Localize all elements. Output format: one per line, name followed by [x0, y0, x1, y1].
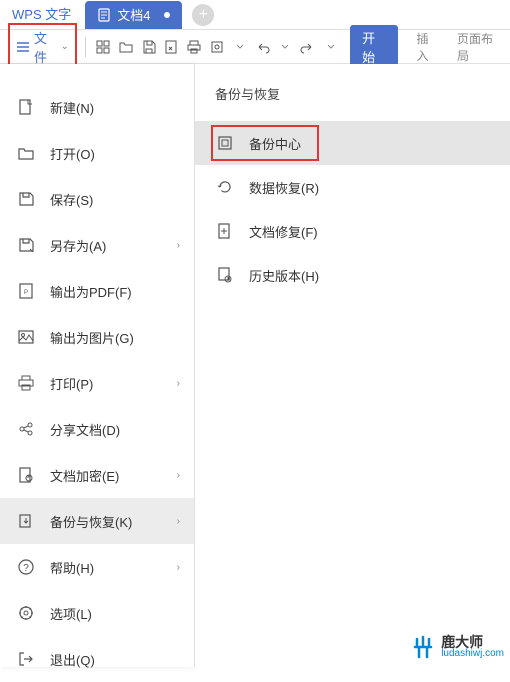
chevron-right-icon: › [177, 470, 180, 481]
chevron-down-icon[interactable] [230, 37, 249, 57]
menu-options[interactable]: 选项(L) [0, 590, 194, 636]
layout-tab[interactable]: 页面布局 [457, 30, 502, 64]
open-icon [16, 143, 36, 163]
history-icon [215, 265, 235, 285]
svg-text:P: P [24, 290, 28, 296]
saveas-icon [16, 235, 36, 255]
menu-backup-restore[interactable]: 备份与恢复(K) › [0, 498, 194, 544]
svg-text:?: ? [23, 563, 29, 574]
submenu-title: 备份与恢复 [195, 84, 510, 121]
chevron-down-icon[interactable] [321, 37, 340, 57]
menu-label: 备份与恢复(K) [50, 512, 132, 531]
save-icon [16, 189, 36, 209]
menu-share[interactable]: 分享文档(D) [0, 406, 194, 452]
chevron-down-icon[interactable] [276, 37, 295, 57]
encrypt-icon [16, 465, 36, 485]
menu-label: 文档加密(E) [50, 466, 119, 485]
submenu-label: 历史版本(H) [249, 266, 319, 285]
menu-label: 帮助(H) [50, 558, 94, 577]
backup-icon [16, 511, 36, 531]
tab-wps-label: WPS 文字 [12, 4, 71, 23]
menu-label: 保存(S) [50, 190, 93, 209]
toolbar: 文件 ⌄ 开始 插入 页面布局 [0, 30, 510, 64]
menu-help[interactable]: ? 帮助(H) › [0, 544, 194, 590]
submenu-label: 文档修复(F) [249, 222, 318, 241]
menu-export-image[interactable]: 输出为图片(G) [0, 314, 194, 360]
chevron-right-icon: › [177, 562, 180, 573]
menu-save[interactable]: 保存(S) [0, 176, 194, 222]
watermark: 鹿大师 ludashiwj.com [409, 633, 504, 661]
doc-icon [97, 8, 111, 22]
exit-icon [16, 649, 36, 669]
backup-center-icon [215, 133, 235, 153]
print-preview-icon[interactable] [162, 37, 181, 57]
chevron-right-icon: › [177, 240, 180, 251]
new-icon [16, 97, 36, 117]
chevron-right-icon: › [177, 378, 180, 389]
menu-label: 输出为图片(G) [50, 328, 134, 347]
chevron-right-icon: › [177, 516, 180, 527]
menu-encrypt[interactable]: 文档加密(E) › [0, 452, 194, 498]
redo-icon[interactable] [299, 37, 318, 57]
save-icon[interactable] [139, 37, 158, 57]
watermark-url: ludashiwj.com [441, 649, 504, 659]
menu-label: 打印(P) [50, 374, 93, 393]
separator [85, 37, 86, 57]
data-recover-icon [215, 177, 235, 197]
tab-doc-label: 文档4 [117, 5, 150, 24]
submenu-history[interactable]: 历史版本(H) [195, 253, 510, 297]
menu-label: 分享文档(D) [50, 420, 120, 439]
hamburger-icon [16, 41, 30, 53]
start-tab[interactable]: 开始 [350, 25, 398, 69]
menu-label: 输出为PDF(F) [50, 282, 132, 301]
preview-icon[interactable] [208, 37, 227, 57]
file-dropdown: 新建(N) 打开(O) 保存(S) 另存为(A) › P 输出为PDF(F) 输… [0, 64, 510, 667]
submenu-doc-repair[interactable]: 文档修复(F) [195, 209, 510, 253]
print-icon [16, 373, 36, 393]
menu-label: 打开(O) [50, 144, 95, 163]
file-menu-panel: 新建(N) 打开(O) 保存(S) 另存为(A) › P 输出为PDF(F) 输… [0, 64, 195, 667]
submenu-backup-center[interactable]: 备份中心 [195, 121, 510, 165]
menu-new[interactable]: 新建(N) [0, 84, 194, 130]
watermark-logo-icon [409, 633, 437, 661]
submenu-label: 备份中心 [249, 134, 301, 153]
menu-print[interactable]: 打印(P) › [0, 360, 194, 406]
file-label: 文件 [34, 28, 56, 66]
undo-icon[interactable] [253, 37, 272, 57]
tab-modified-dot [164, 12, 170, 18]
menu-label: 新建(N) [50, 98, 94, 117]
chevron-down-icon: ⌄ [60, 41, 68, 52]
options-icon [16, 603, 36, 623]
watermark-brand: 鹿大师 [441, 635, 504, 649]
help-icon: ? [16, 557, 36, 577]
submenu-panel: 备份与恢复 备份中心 数据恢复(R) 文档修复(F) 历史版本(H) [195, 64, 510, 667]
menu-exit[interactable]: 退出(Q) [0, 636, 194, 682]
menu-label: 另存为(A) [50, 236, 106, 255]
menu-export-pdf[interactable]: P 输出为PDF(F) [0, 268, 194, 314]
open-icon[interactable] [117, 37, 136, 57]
pdf-icon: P [16, 281, 36, 301]
submenu-label: 数据恢复(R) [249, 178, 319, 197]
print-icon[interactable] [185, 37, 204, 57]
image-icon [16, 327, 36, 347]
insert-tab[interactable]: 插入 [416, 30, 439, 64]
submenu-data-recover[interactable]: 数据恢复(R) [195, 165, 510, 209]
home-icon[interactable] [94, 37, 113, 57]
menu-saveas[interactable]: 另存为(A) › [0, 222, 194, 268]
menu-label: 选项(L) [50, 604, 92, 623]
new-tab-button[interactable]: + [192, 4, 214, 26]
doc-repair-icon [215, 221, 235, 241]
share-icon [16, 419, 36, 439]
menu-label: 退出(Q) [50, 650, 95, 669]
tab-document[interactable]: 文档4 [85, 1, 182, 29]
menu-open[interactable]: 打开(O) [0, 130, 194, 176]
